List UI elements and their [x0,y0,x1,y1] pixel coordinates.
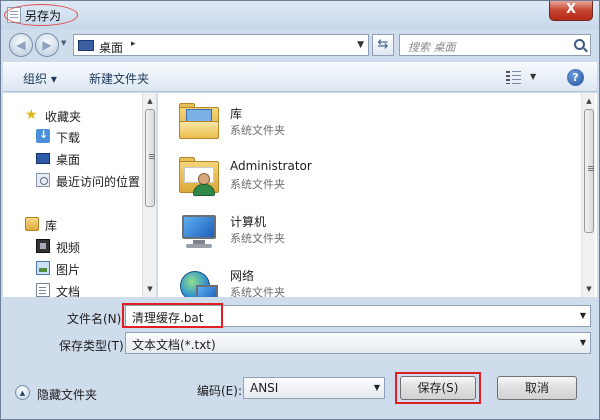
nav-item-label: 收藏夹 [45,110,82,124]
scroll-down-arrow-icon[interactable]: ▼ [582,283,596,295]
scrollbar-thumb[interactable] [145,109,155,207]
scroll-up-arrow-icon[interactable]: ▲ [582,95,596,107]
chevron-down-icon[interactable]: ▼ [374,383,380,392]
desktop-icon [36,153,50,164]
recent-pages-dropdown-icon[interactable]: ▼ [61,39,66,47]
nav-item-documents[interactable]: 文档 [3,280,143,297]
nav-item-label: 库 [45,219,58,233]
breadcrumb-chevron-icon[interactable]: ▸ [131,39,136,49]
file-type: 系统文件夹 [230,124,285,137]
view-options-dropdown-icon[interactable]: ▼ [530,72,536,81]
save-as-dialog: 另存为 X ◀ ▶ ▼ 桌面 ▸ ▼ ⇆ 搜索 桌面 组织 ▾ 新建文件夹 ▼ … [0,0,600,420]
chevron-down-icon[interactable]: ▼ [580,311,586,320]
file-type: 系统文件夹 [230,178,285,191]
file-type: 系统文件夹 [230,232,285,245]
nav-item-desktop[interactable]: 桌面 [3,148,143,168]
library-icon [25,217,39,231]
nav-item-label: 图片 [56,263,81,277]
organize-menu-button[interactable]: 组织 ▾ [23,70,57,87]
forward-button[interactable]: ▶ [35,33,59,57]
nav-item-downloads[interactable]: 下载 [3,126,143,146]
file-name: 计算机 [230,215,267,229]
desktop-icon [78,40,94,51]
search-input[interactable]: 搜索 桌面 [408,39,456,55]
nav-item-favorites[interactable]: ★ 收藏夹 [3,105,143,125]
file-list-pane: 库 系统文件夹 Administrator 系统文件夹 计算机 系统文件夹 网络… [158,93,597,297]
nav-item-videos[interactable]: 视频 [3,236,143,256]
filetype-label: 保存类型(T): [59,339,128,353]
list-item[interactable]: 库 系统文件夹 [176,101,556,151]
scroll-down-arrow-icon[interactable]: ▼ [143,283,156,295]
forward-arrow-icon: ▶ [42,38,52,52]
search-box[interactable]: 搜索 桌面 [399,34,591,56]
search-icon[interactable] [574,39,585,50]
library-folder-icon [176,101,222,145]
refresh-icon: ⇆ [377,37,389,52]
scroll-up-arrow-icon[interactable]: ▲ [143,95,156,107]
back-arrow-icon: ◀ [16,38,26,52]
grip-icon [588,166,594,171]
collapse-up-icon[interactable]: ▲ [15,385,30,400]
grip-icon [149,154,155,159]
navigation-bar: ◀ ▶ ▼ 桌面 ▸ ▼ ⇆ 搜索 桌面 [1,29,599,61]
address-location[interactable]: 桌面 [99,39,123,56]
refresh-button[interactable]: ⇆ [372,34,394,56]
nav-item-label: 下载 [56,131,81,145]
download-icon [36,128,50,143]
file-name: 库 [230,107,243,121]
computer-icon [176,209,222,253]
title-bar[interactable]: 另存为 X [1,1,599,29]
list-item[interactable]: 网络 系统文件夹 [176,263,556,297]
file-name: 网络 [230,269,255,283]
title-highlight-ellipse [4,4,78,26]
nav-item-label: 文档 [56,285,81,297]
encoding-label: 编码(E): [197,384,242,398]
encoding-select[interactable]: ANSI ▼ [243,377,385,399]
hide-folders-toggle[interactable]: ▲ 隐藏文件夹 [15,383,115,403]
help-icon[interactable]: ? [567,69,584,86]
nav-item-pictures[interactable]: 图片 [3,258,143,278]
file-name: Administrator [230,159,312,173]
documents-icon [36,283,50,297]
nav-pane-scrollbar[interactable]: ▲ ▼ [142,93,156,297]
hide-folders-label[interactable]: 隐藏文件夹 [37,386,97,403]
navigation-pane: ★ 收藏夹 下载 桌面 最近访问的位置 库 视频 图片 文档 [3,93,157,297]
chevron-down-icon[interactable]: ▼ [580,338,586,347]
save-highlight-box [395,372,481,404]
filetype-value: 文本文档(*.txt) [132,338,216,352]
back-button[interactable]: ◀ [9,33,33,57]
list-item[interactable]: Administrator 系统文件夹 [176,155,556,205]
cancel-button[interactable]: 取消 [497,376,577,400]
pictures-icon [36,261,50,275]
user-folder-icon [176,155,222,199]
filename-label: 文件名(N): [67,312,126,326]
toolbar: 组织 ▾ 新建文件夹 ▼ ? [3,62,597,92]
file-list-scrollbar[interactable]: ▲ ▼ [581,93,595,297]
nav-item-label: 视频 [56,241,81,255]
address-bar[interactable]: 桌面 ▸ ▼ [73,34,369,56]
change-view-icon[interactable] [506,70,522,85]
address-dropdown-icon[interactable]: ▼ [357,40,364,50]
encoding-value: ANSI [250,381,279,395]
nav-item-label: 最近访问的位置 [56,175,141,189]
close-button[interactable]: X [549,1,593,21]
scrollbar-thumb[interactable] [584,109,594,233]
new-folder-button[interactable]: 新建文件夹 [89,70,149,87]
nav-item-label: 桌面 [56,153,81,167]
nav-item-libraries[interactable]: 库 [3,214,143,234]
filetype-select[interactable]: 文本文档(*.txt) ▼ [125,332,591,354]
filename-highlight-box [122,303,223,328]
video-icon [36,239,50,253]
recent-places-icon [36,173,50,187]
list-item[interactable]: 计算机 系统文件夹 [176,209,556,259]
star-icon: ★ [25,107,38,123]
nav-item-recent-places[interactable]: 最近访问的位置 [3,170,143,190]
file-type: 系统文件夹 [230,286,285,297]
network-icon [176,263,222,297]
